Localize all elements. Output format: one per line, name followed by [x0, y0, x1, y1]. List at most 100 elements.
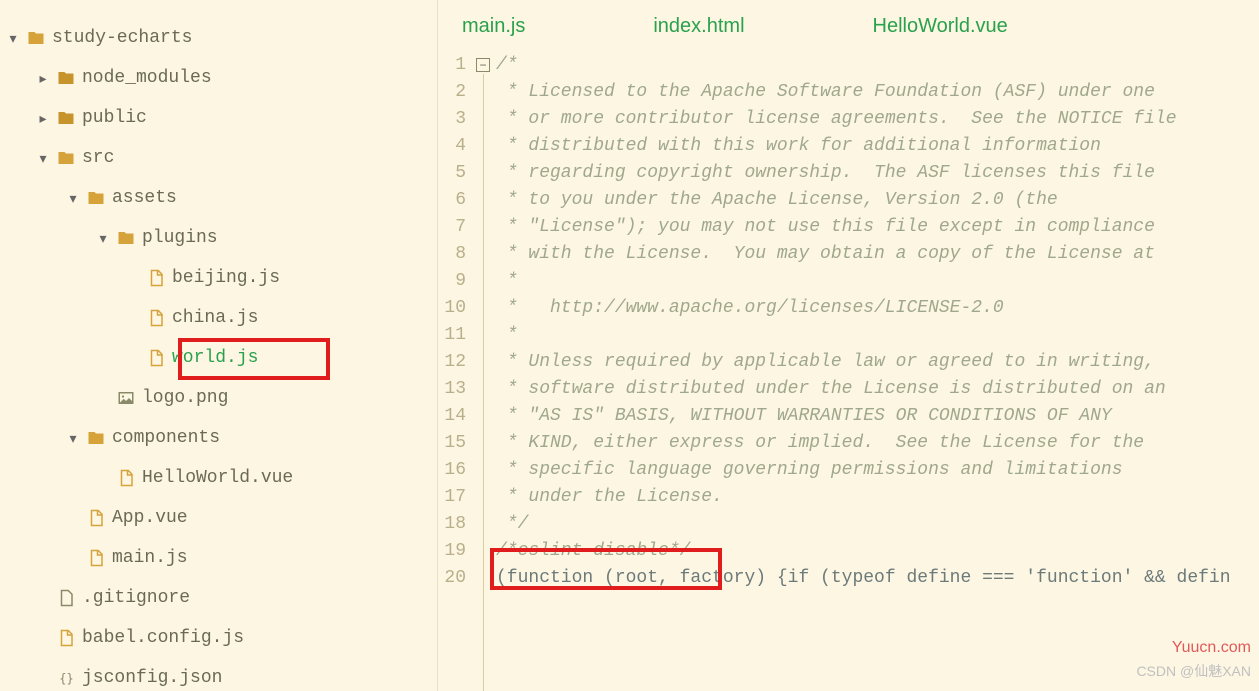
watermark-top: Yuucn.com: [1172, 639, 1251, 657]
tree-item-label: public: [82, 108, 147, 128]
code-line[interactable]: /*eslint-disable*/: [496, 538, 1259, 565]
folder-open-icon: [86, 189, 106, 207]
tree-folder[interactable]: ▾ assets: [0, 178, 437, 218]
tree-file[interactable]: china.js: [0, 298, 437, 338]
code-line[interactable]: * or more contributor license agreements…: [496, 106, 1259, 133]
code-line[interactable]: * under the License.: [496, 484, 1259, 511]
tree-file[interactable]: App.vue: [0, 498, 437, 538]
tree-item-label: assets: [112, 188, 177, 208]
tree-file[interactable]: main.js: [0, 538, 437, 578]
tree-item-label: components: [112, 428, 220, 448]
code-line[interactable]: * http://www.apache.org/licenses/LICENSE…: [496, 295, 1259, 322]
folder-icon: [56, 109, 76, 127]
tree-folder[interactable]: ▾ components: [0, 418, 437, 458]
fold-column[interactable]: −: [472, 52, 496, 691]
code-line[interactable]: (function (root, factory) {if (typeof de…: [496, 565, 1259, 592]
editor-tabs: main.js index.html HelloWorld.vue: [438, 0, 1259, 52]
code-line[interactable]: *: [496, 322, 1259, 349]
tree-file[interactable]: .gitignore: [0, 578, 437, 618]
line-number: 7: [438, 214, 466, 241]
img-icon: [116, 389, 136, 407]
tree-file[interactable]: world.js: [0, 338, 437, 378]
code-content[interactable]: /* * Licensed to the Apache Software Fou…: [496, 52, 1259, 691]
code-editor: main.jsindex.htmlHelloWorld.vue 12345678…: [438, 0, 1259, 691]
tree-item-label: jsconfig.json: [82, 668, 222, 688]
line-number: 6: [438, 187, 466, 214]
line-number: 19: [438, 538, 466, 565]
code-line[interactable]: * "License"); you may not use this file …: [496, 214, 1259, 241]
editor-tab[interactable]: index.html: [649, 9, 748, 44]
line-number: 8: [438, 241, 466, 268]
line-number-gutter: 1234567891011121314151617181920: [438, 52, 472, 691]
tree-file[interactable]: HelloWorld.vue: [0, 458, 437, 498]
tree-item-label: node_modules: [82, 68, 212, 88]
js-icon: [146, 309, 166, 327]
code-line[interactable]: /*: [496, 52, 1259, 79]
tree-folder[interactable]: ▾study-echarts: [0, 18, 437, 58]
tree-folder[interactable]: ▾ src: [0, 138, 437, 178]
file-explorer[interactable]: ▾study-echarts ▸ node_modules ▸ public ▾ src ▾ a…: [0, 0, 438, 691]
code-line[interactable]: * "AS IS" BASIS, WITHOUT WARRANTIES OR C…: [496, 403, 1259, 430]
js-icon: [56, 629, 76, 647]
chevron-down-icon[interactable]: ▾: [4, 30, 22, 47]
editor-tab[interactable]: main.js: [458, 9, 529, 44]
tree-file[interactable]: beijing.js: [0, 258, 437, 298]
vue-icon: [86, 509, 106, 527]
line-number: 18: [438, 511, 466, 538]
folder-open-icon: [26, 29, 46, 47]
code-line[interactable]: * distributed with this work for additio…: [496, 133, 1259, 160]
line-number: 4: [438, 133, 466, 160]
vue-icon: [116, 469, 136, 487]
tree-folder[interactable]: ▾ plugins: [0, 218, 437, 258]
chevron-down-icon[interactable]: ▾: [64, 430, 82, 447]
folder-open-icon: [56, 149, 76, 167]
tree-item-label: china.js: [172, 308, 258, 328]
line-number: 14: [438, 403, 466, 430]
code-line[interactable]: * Licensed to the Apache Software Founda…: [496, 79, 1259, 106]
fold-guide-line: [483, 74, 484, 691]
fold-toggle-icon[interactable]: −: [476, 58, 490, 72]
code-line[interactable]: * Unless required by applicable law or a…: [496, 349, 1259, 376]
js-icon: [86, 549, 106, 567]
chevron-right-icon[interactable]: ▸: [34, 110, 52, 127]
chevron-down-icon[interactable]: ▾: [94, 230, 112, 247]
line-number: 17: [438, 484, 466, 511]
code-line[interactable]: * software distributed under the License…: [496, 376, 1259, 403]
editor-tab[interactable]: HelloWorld.vue: [869, 9, 1012, 44]
folder-open-icon: [86, 429, 106, 447]
code-line[interactable]: * with the License. You may obtain a cop…: [496, 241, 1259, 268]
code-line[interactable]: * specific language governing permission…: [496, 457, 1259, 484]
folder-open-icon: [116, 229, 136, 247]
code-line[interactable]: *: [496, 268, 1259, 295]
line-number: 13: [438, 376, 466, 403]
tree-item-label: HelloWorld.vue: [142, 468, 293, 488]
tree-folder[interactable]: ▸ public: [0, 98, 437, 138]
code-line[interactable]: */: [496, 511, 1259, 538]
tree-item-label: plugins: [142, 228, 218, 248]
line-number: 16: [438, 457, 466, 484]
tree-item-label: App.vue: [112, 508, 188, 528]
tree-file[interactable]: {} jsconfig.json: [0, 658, 437, 691]
chevron-down-icon[interactable]: ▾: [34, 150, 52, 167]
line-number: 9: [438, 268, 466, 295]
chevron-down-icon[interactable]: ▾: [64, 190, 82, 207]
code-line[interactable]: * KIND, either express or implied. See t…: [496, 430, 1259, 457]
tree-item-label: .gitignore: [82, 588, 190, 608]
line-number: 11: [438, 322, 466, 349]
tree-file[interactable]: logo.png: [0, 378, 437, 418]
tree-item-label: src: [82, 148, 114, 168]
code-line[interactable]: * regarding copyright ownership. The ASF…: [496, 160, 1259, 187]
tree-file[interactable]: babel.config.js: [0, 618, 437, 658]
tree-item-label: beijing.js: [172, 268, 280, 288]
chevron-right-icon[interactable]: ▸: [34, 70, 52, 87]
js-icon: [146, 269, 166, 287]
tree-item-label: main.js: [112, 548, 188, 568]
tree-item-label: babel.config.js: [82, 628, 244, 648]
folder-icon: [56, 69, 76, 87]
tree-folder[interactable]: ▸ node_modules: [0, 58, 437, 98]
line-number: 2: [438, 79, 466, 106]
code-line[interactable]: * to you under the Apache License, Versi…: [496, 187, 1259, 214]
line-number: 10: [438, 295, 466, 322]
line-number: 3: [438, 106, 466, 133]
svg-text:{}: {}: [59, 671, 73, 685]
